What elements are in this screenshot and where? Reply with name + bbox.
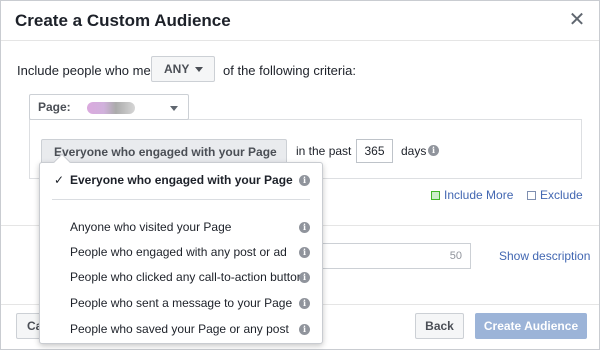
include-more-link[interactable]: Include More: [431, 188, 513, 202]
exclude-link[interactable]: Exclude: [527, 188, 583, 202]
info-icon[interactable]: i: [299, 298, 310, 309]
dialog-header: Create a Custom Audience ✕: [1, 1, 599, 41]
match-any-dropdown[interactable]: ANY: [151, 56, 215, 82]
exclude-label: Exclude: [540, 188, 583, 202]
menu-divider: [52, 199, 310, 200]
info-icon[interactable]: i: [299, 247, 310, 258]
checkmark-icon: ✓: [54, 173, 65, 187]
menu-item-label: Anyone who visited your Page: [70, 220, 232, 234]
include-more-label: Include More: [444, 188, 514, 202]
days-label: days: [401, 144, 427, 158]
page-name-redacted: [87, 102, 135, 114]
exclude-icon: [527, 191, 536, 200]
dialog-title: Create a Custom Audience: [15, 11, 231, 30]
days-input[interactable]: 365: [356, 139, 393, 163]
menu-item-label: Everyone who engaged with your Page: [70, 173, 293, 187]
criteria-suffix-label: of the following criteria:: [223, 63, 356, 78]
menu-item-engaged-post[interactable]: People who engaged with any post or ad i: [40, 240, 322, 264]
in-the-past-label: in the past: [296, 144, 352, 158]
char-count: 50: [449, 250, 462, 262]
include-icon: [431, 191, 440, 200]
menu-item-clicked-cta[interactable]: People who clicked any call-to-action bu…: [40, 265, 322, 289]
close-icon[interactable]: ✕: [567, 9, 587, 31]
menu-item-label: People who sent a message to your Page: [70, 296, 293, 310]
menu-item-sent-message[interactable]: People who sent a message to your Page i: [40, 291, 322, 315]
audience-name-input[interactable]: 50: [297, 243, 471, 269]
menu-item-label: People who saved your Page or any post: [70, 322, 289, 336]
engagement-type-label: Everyone who engaged with your Page: [54, 145, 277, 159]
menu-item-label: People who engaged with any post or ad: [70, 245, 287, 259]
info-icon[interactable]: i: [299, 272, 310, 283]
match-any-label: ANY: [164, 62, 190, 76]
info-icon[interactable]: i: [299, 324, 310, 335]
menu-item-label: People who clicked any call-to-action bu…: [70, 270, 304, 284]
info-icon[interactable]: i: [428, 145, 439, 156]
page-select-label: Page:: [38, 100, 71, 114]
caret-down-icon: [195, 67, 204, 72]
page-select[interactable]: Page:: [29, 94, 189, 120]
create-audience-button[interactable]: Create Audience: [475, 313, 587, 339]
back-button[interactable]: Back: [415, 313, 464, 339]
caret-down-icon: [170, 106, 178, 111]
info-icon[interactable]: i: [299, 222, 310, 233]
menu-item-visited-page[interactable]: Anyone who visited your Page i: [40, 215, 322, 239]
show-description-link[interactable]: Show description: [499, 249, 590, 263]
menu-item-saved-page[interactable]: People who saved your Page or any post i: [40, 317, 322, 341]
info-icon[interactable]: i: [299, 175, 310, 186]
criteria-prefix-label: Include people who meet: [17, 63, 162, 78]
engagement-type-menu: ✓ Everyone who engaged with your Page i …: [39, 153, 323, 344]
menu-item-everyone-engaged[interactable]: ✓ Everyone who engaged with your Page i: [40, 168, 322, 192]
